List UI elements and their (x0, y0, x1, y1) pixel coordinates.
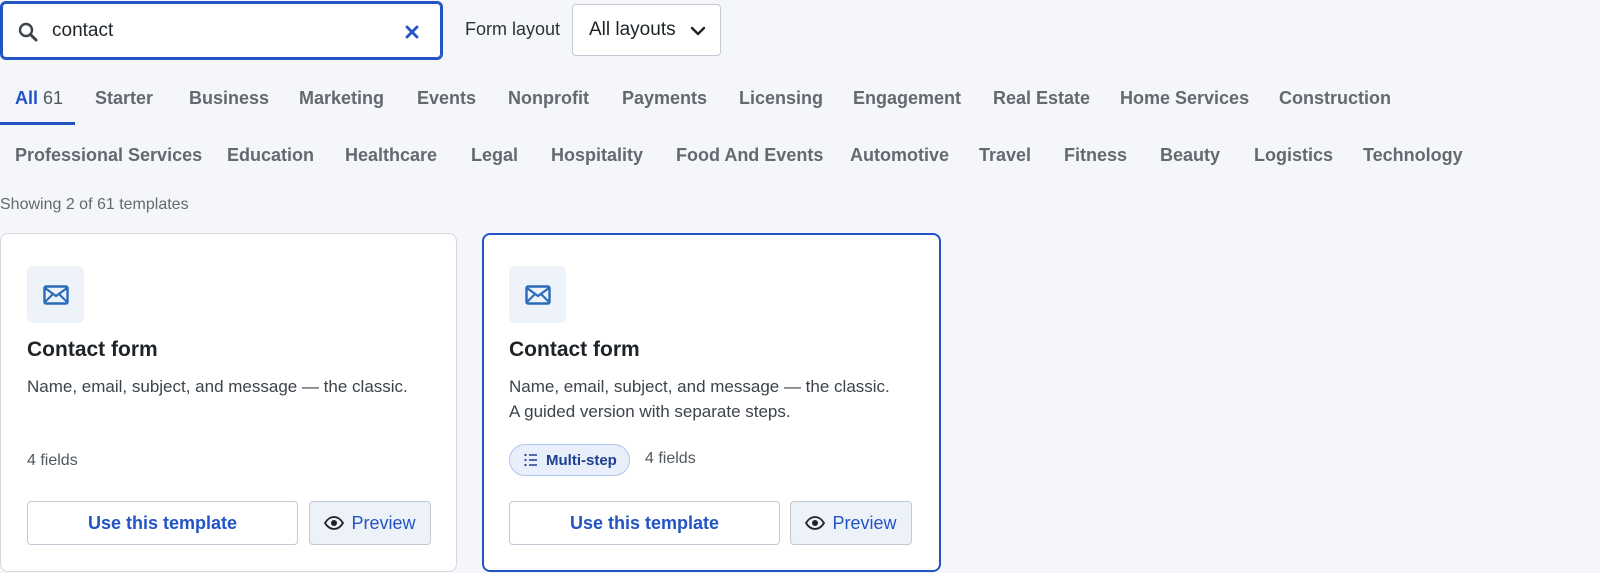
tab-engagement[interactable]: Engagement (853, 88, 961, 109)
form-layout-label: Form layout (465, 19, 561, 39)
tab-construction[interactable]: Construction (1279, 88, 1391, 109)
use-template-button[interactable]: Use this template (509, 501, 780, 545)
tab-payments[interactable]: Payments (622, 88, 707, 109)
card-field-count: 4 fields (27, 452, 78, 469)
active-tab-indicator (0, 122, 75, 125)
card-title: Contact form (509, 338, 640, 361)
toolbar: Form layout All layouts (0, 0, 1600, 62)
template-card-selected[interactable]: Contact form Name, email, subject, and m… (482, 233, 941, 572)
card-icon-tile (509, 266, 566, 323)
tab-technology[interactable]: Technology (1363, 145, 1463, 166)
close-icon (405, 25, 419, 39)
card-description-line: A guided version with separate steps. (509, 402, 791, 421)
tab-healthcare[interactable]: Healthcare (345, 145, 437, 166)
tab-business[interactable]: Business (189, 88, 269, 109)
eye-icon (324, 516, 345, 530)
preview-label: Preview (351, 512, 416, 533)
tab-count: 61 (43, 88, 64, 108)
tab-automotive[interactable]: Automotive (850, 145, 949, 166)
card-icon-tile (27, 266, 84, 323)
envelope-icon (524, 284, 551, 305)
tab-starter[interactable]: Starter (95, 88, 153, 109)
multi-step-badge: Multi-step (509, 444, 630, 476)
tab-hospitality[interactable]: Hospitality (551, 145, 643, 166)
tab-legal[interactable]: Legal (471, 145, 518, 166)
form-layout-select[interactable]: All layouts (572, 4, 721, 56)
tab-education[interactable]: Education (227, 145, 314, 166)
chevron-down-icon (690, 23, 706, 39)
card-description-line: Name, email, subject, and message — the … (509, 377, 890, 396)
tab-real-estate[interactable]: Real Estate (993, 88, 1090, 109)
card-description-line: Name, email, subject, and message — the … (27, 377, 408, 396)
badge-label: Multi-step (546, 451, 617, 469)
card-title: Contact form (27, 338, 158, 361)
use-template-button[interactable]: Use this template (27, 501, 298, 545)
tab-all[interactable]: All 61 (15, 88, 63, 109)
results-count: Showing 2 of 61 templates (0, 196, 189, 213)
tab-food-and-events[interactable]: Food And Events (676, 145, 823, 166)
tab-travel[interactable]: Travel (979, 145, 1031, 166)
tab-beauty[interactable]: Beauty (1160, 145, 1220, 166)
tab-professional-services[interactable]: Professional Services (15, 145, 202, 166)
clear-search-button[interactable] (401, 21, 423, 43)
card-description: Name, email, subject, and message — the … (509, 374, 899, 424)
search-input[interactable] (52, 15, 382, 47)
tab-label: All (15, 88, 39, 108)
preview-button[interactable]: Preview (309, 501, 431, 545)
search-icon (17, 21, 39, 43)
card-field-count: 4 fields (645, 450, 696, 467)
preview-button[interactable]: Preview (790, 501, 912, 545)
tab-home-services[interactable]: Home Services (1120, 88, 1249, 109)
preview-label: Preview (832, 512, 897, 533)
tab-marketing[interactable]: Marketing (299, 88, 384, 109)
tab-licensing[interactable]: Licensing (739, 88, 823, 109)
tab-logistics[interactable]: Logistics (1254, 145, 1333, 166)
tab-nonprofit[interactable]: Nonprofit (508, 88, 589, 109)
tab-fitness[interactable]: Fitness (1064, 145, 1127, 166)
eye-icon (805, 516, 826, 530)
form-layout-value: All layouts (589, 19, 676, 40)
template-card[interactable]: Contact form Name, email, subject, and m… (0, 233, 457, 572)
search-box[interactable] (0, 1, 443, 60)
envelope-icon (42, 284, 69, 305)
tab-events[interactable]: Events (417, 88, 476, 109)
card-description: Name, email, subject, and message — the … (27, 374, 417, 399)
list-icon (524, 453, 537, 467)
